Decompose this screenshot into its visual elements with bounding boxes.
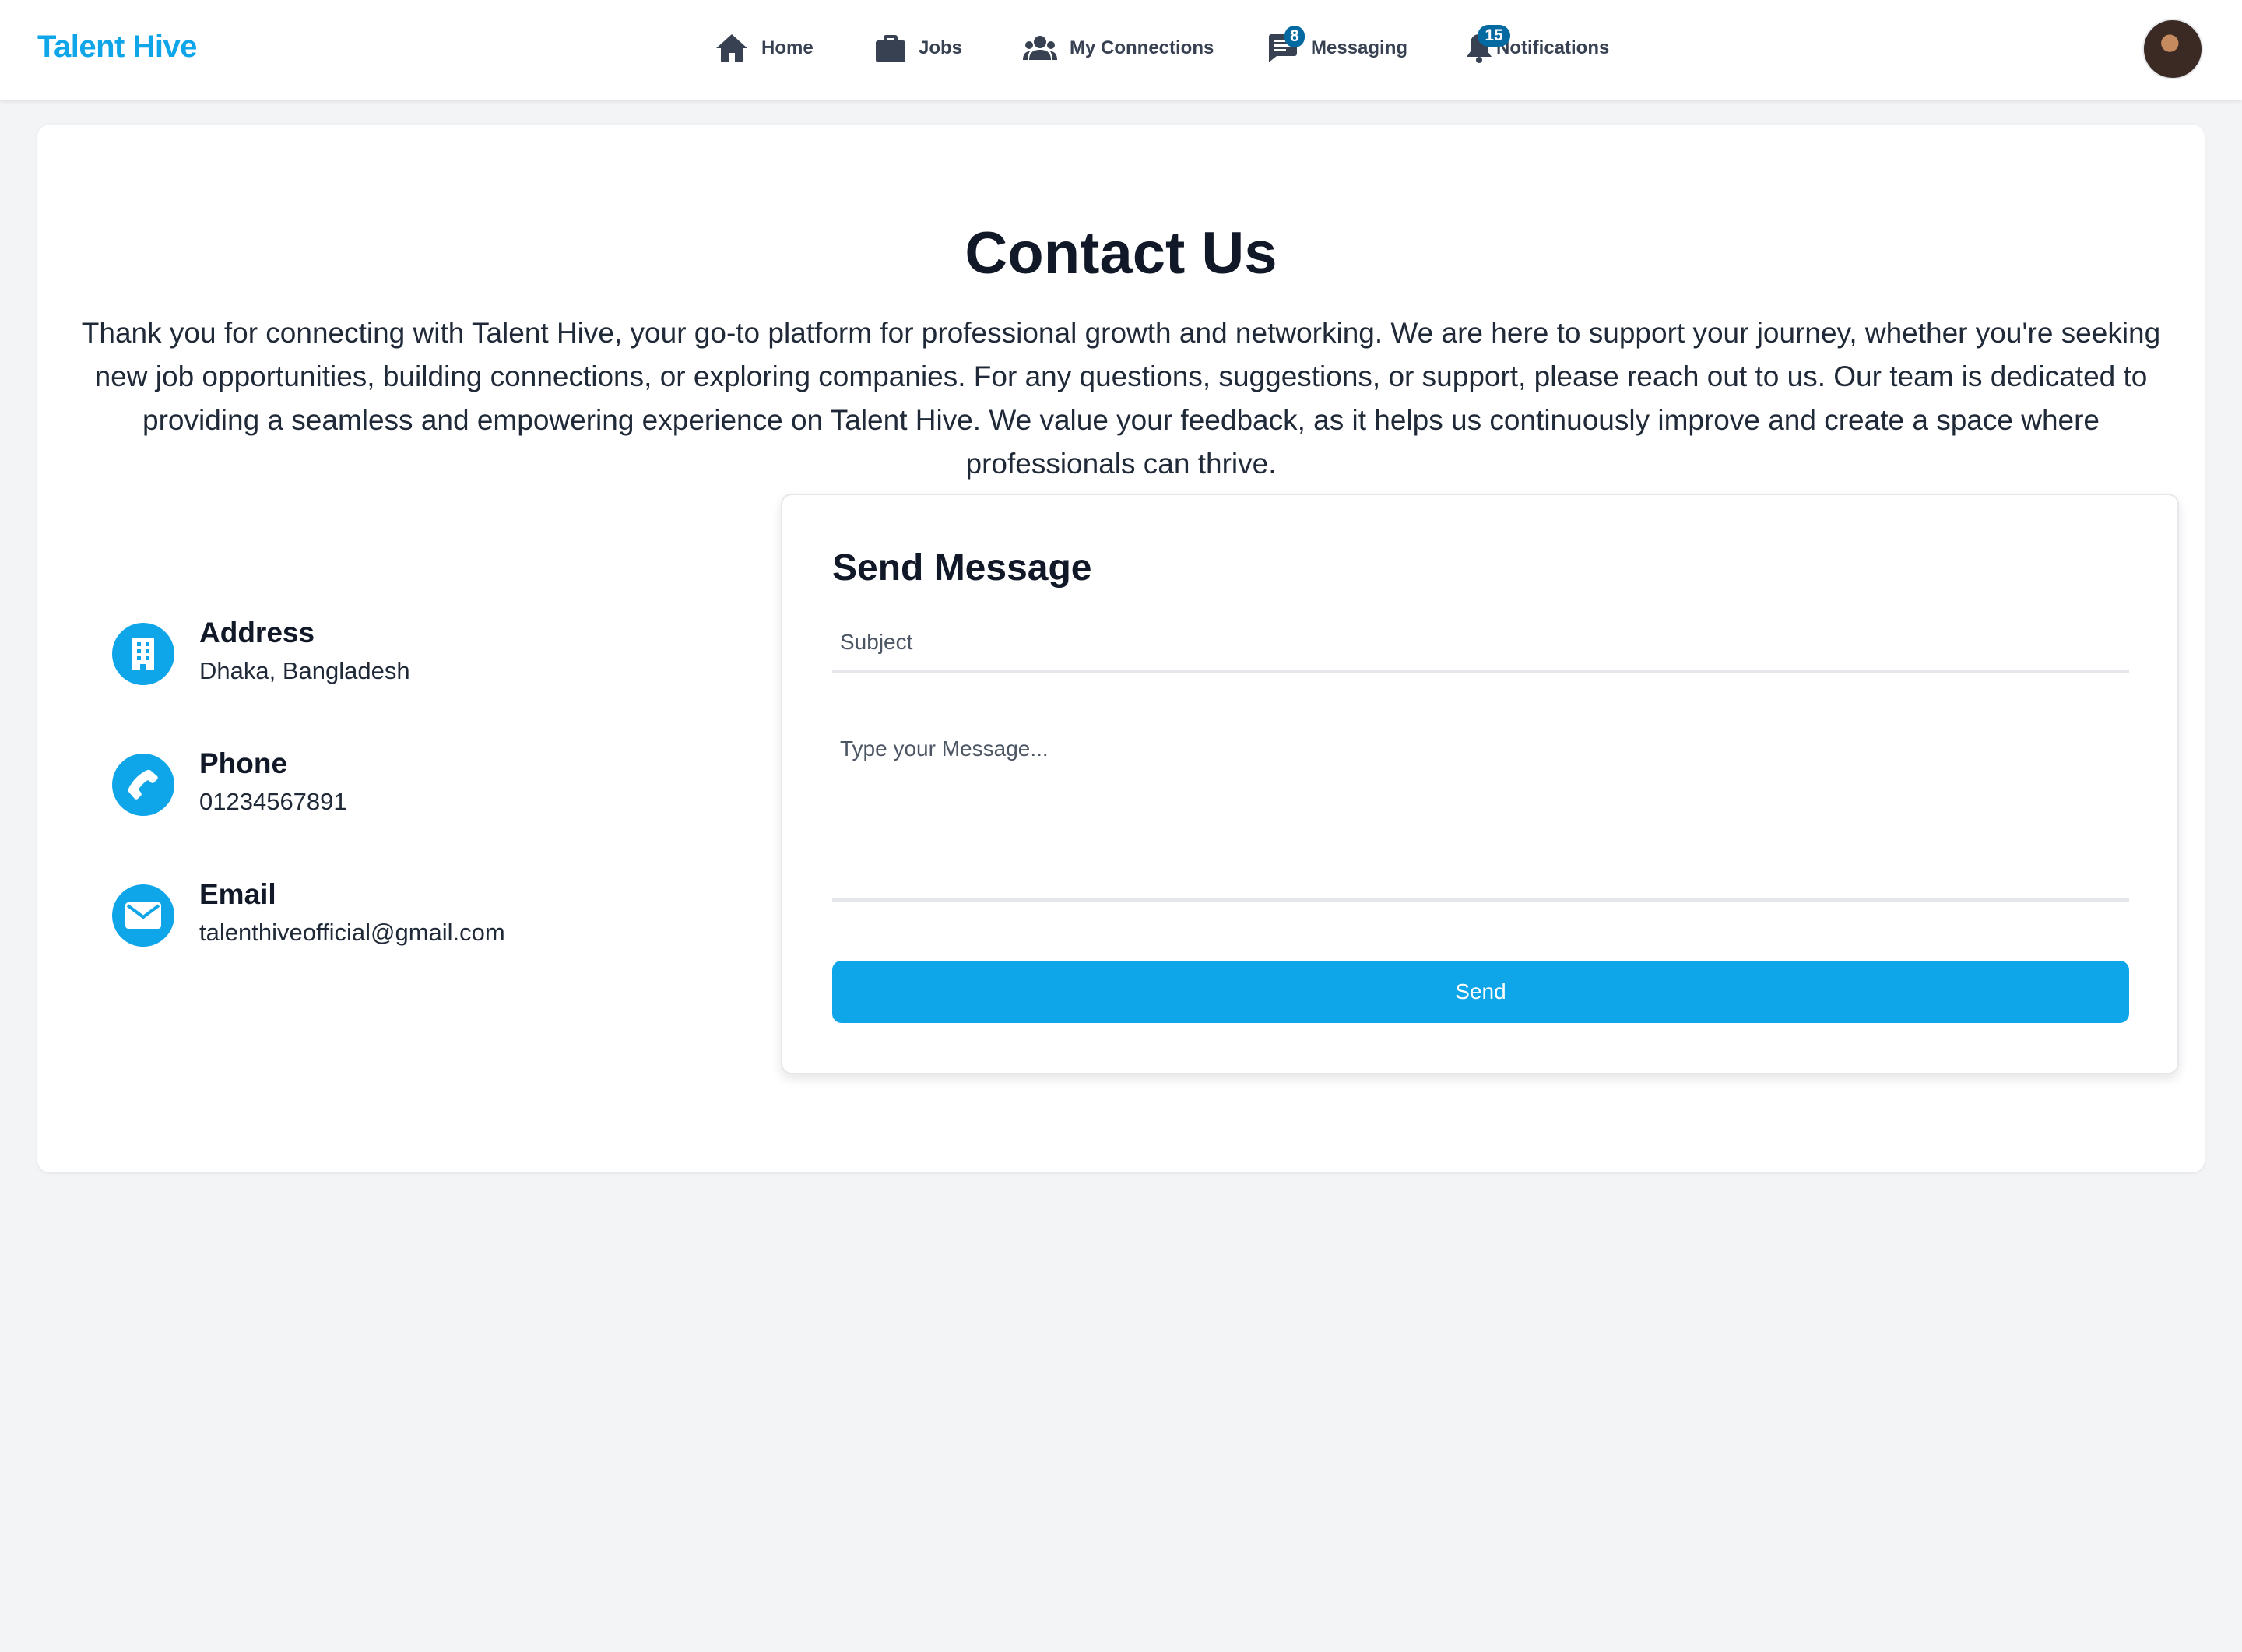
nav-label-notifications: Notifications <box>1496 37 1610 58</box>
bell-icon: 15 <box>1465 25 1510 64</box>
page-title: Contact Us <box>965 220 1277 286</box>
nav-item-notifications[interactable]: 15 Notifications <box>1465 25 1610 67</box>
nav-item-messaging[interactable]: 8 Messaging <box>1267 26 1408 67</box>
envelope-icon <box>112 884 174 947</box>
nav-item-home[interactable]: Home <box>715 30 814 67</box>
send-message-form: Send Message Send <box>781 494 2179 1074</box>
brand-logo[interactable]: Talent Hive <box>37 30 197 65</box>
nav-label-messaging: Messaging <box>1311 37 1408 58</box>
address-label: Address <box>199 617 315 648</box>
message-icon: 8 <box>1267 26 1305 63</box>
messaging-badge: 8 <box>1284 26 1305 47</box>
email-value[interactable]: talenthiveofficial@gmail.com <box>199 919 505 947</box>
nav-label-home: Home <box>761 37 814 58</box>
message-textarea[interactable] <box>832 721 2129 902</box>
phone-value: 01234567891 <box>199 788 347 815</box>
notifications-badge: 15 <box>1478 25 1510 47</box>
phone-icon <box>112 754 174 816</box>
email-label: Email <box>199 878 276 910</box>
building-icon <box>112 623 174 685</box>
intro-text: Thank you for connecting with Talent Hiv… <box>81 317 2161 480</box>
address-value: Dhaka, Bangladesh <box>199 657 410 684</box>
users-icon <box>1023 35 1057 62</box>
phone-label: Phone <box>199 747 288 779</box>
send-button[interactable]: Send <box>832 961 2129 1023</box>
user-avatar[interactable] <box>2142 19 2203 79</box>
subject-input[interactable] <box>832 615 2129 673</box>
nav-label-connections: My Connections <box>1070 37 1214 58</box>
nav-item-connections[interactable]: My Connections <box>1023 30 1214 67</box>
nav-label-jobs: Jobs <box>919 37 963 58</box>
nav-item-jobs[interactable]: Jobs <box>875 30 962 67</box>
contact-card: Contact Us Thank you for connecting with… <box>37 125 2205 1172</box>
briefcase-icon <box>875 33 906 63</box>
form-title: Send Message <box>832 547 1092 589</box>
top-navbar: Talent Hive Home Jobs My Connections 8 M… <box>0 0 2242 100</box>
home-icon <box>715 33 749 64</box>
